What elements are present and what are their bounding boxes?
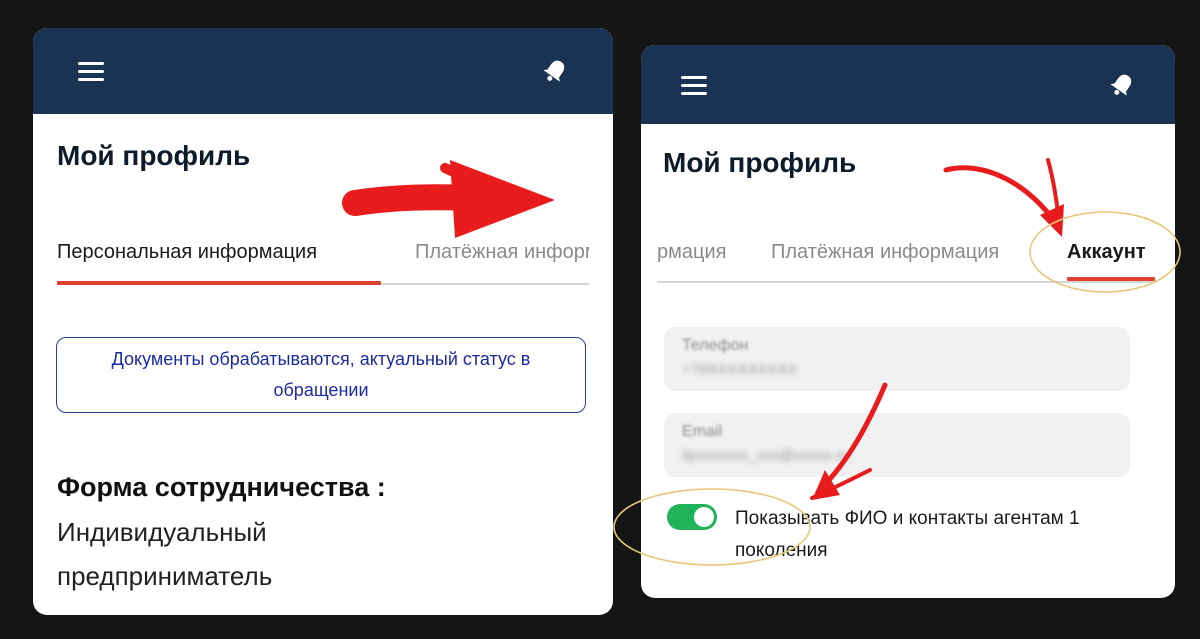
tab-payment-info[interactable]: Платёжная информация bbox=[415, 241, 589, 264]
phone-field[interactable]: Телефон +79XXXXXXXXX bbox=[664, 327, 1130, 391]
active-tab-indicator bbox=[57, 281, 381, 285]
show-contacts-toggle[interactable] bbox=[667, 504, 717, 530]
phone-field-value: +79XXXXXXXXX bbox=[682, 361, 798, 378]
phone-field-label: Телефон bbox=[682, 337, 749, 354]
cooperation-form-value: Индивидуальный предприниматель bbox=[57, 517, 273, 591]
bell-icon[interactable] bbox=[540, 56, 570, 86]
hamburger-menu-icon[interactable] bbox=[78, 62, 104, 82]
profile-tabs: рмация Платёжная информация Аккаунт bbox=[657, 233, 1157, 283]
email-field-value: ilyxxxxxxx_xxx@xxxxx.ru bbox=[682, 447, 850, 464]
tabs-divider bbox=[657, 281, 1157, 283]
hamburger-menu-icon[interactable] bbox=[681, 76, 707, 96]
toggle-knob bbox=[694, 507, 714, 527]
profile-tabs: Персональная информация Платёжная информ… bbox=[57, 233, 589, 285]
email-field-label: Email bbox=[682, 423, 723, 440]
tab-personal-info[interactable]: Персональная информация bbox=[57, 241, 317, 264]
bell-icon[interactable] bbox=[1107, 70, 1137, 100]
cooperation-form-label: Форма сотрудничества : bbox=[57, 472, 386, 502]
profile-screen-personal: Мой профиль Персональная информация Плат… bbox=[33, 28, 613, 615]
page-title: Мой профиль bbox=[57, 140, 251, 171]
profile-screen-account: Мой профиль рмация Платёжная информация … bbox=[641, 45, 1175, 598]
show-contacts-toggle-label: Показывать ФИО и контакты агентам 1 поко… bbox=[735, 508, 1080, 561]
page-title: Мой профиль bbox=[663, 147, 857, 178]
active-tab-indicator bbox=[1067, 277, 1155, 281]
email-field[interactable]: Email ilyxxxxxxx_xxx@xxxxx.ru bbox=[664, 413, 1130, 477]
tab-payment-info[interactable]: Платёжная информация bbox=[771, 241, 999, 264]
app-header bbox=[33, 28, 613, 114]
tab-personal-info[interactable]: рмация bbox=[657, 241, 726, 264]
tab-account[interactable]: Аккаунт bbox=[1067, 241, 1146, 264]
documents-status-notice: Документы обрабатываются, актуальный ста… bbox=[56, 337, 586, 413]
app-header bbox=[641, 45, 1175, 124]
